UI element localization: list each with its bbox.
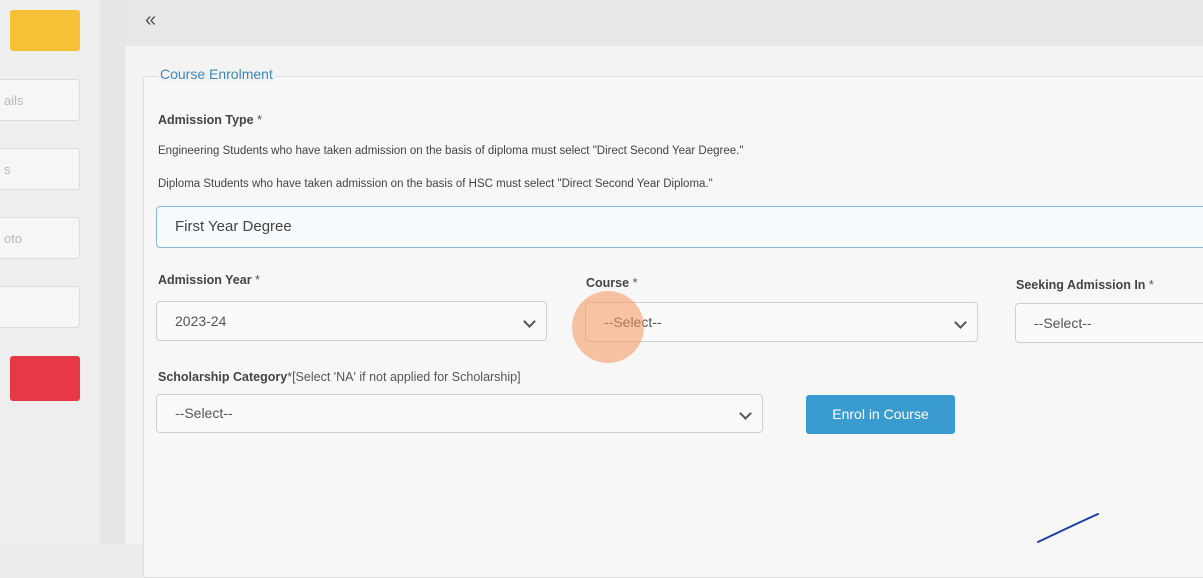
required-marker: * (257, 113, 262, 127)
collapse-sidebar-icon[interactable]: « (145, 9, 156, 32)
admission-year-label-text: Admission Year (158, 273, 252, 287)
chevron-down-icon (739, 407, 752, 420)
sidebar-item-4[interactable] (0, 286, 80, 328)
seeking-admission-value: --Select-- (1034, 315, 1092, 331)
admission-type-help-1: Engineering Students who have taken admi… (158, 145, 744, 157)
fieldset-legend: Course Enrolment (158, 66, 275, 82)
required-marker: * (1148, 278, 1154, 292)
sidebar-item-details[interactable]: ails (0, 79, 80, 121)
sidebar-item-photo[interactable]: oto (0, 217, 80, 259)
admission-type-select[interactable]: First Year Degree (156, 206, 1203, 248)
sidebar-gutter (100, 0, 125, 544)
click-indicator (572, 291, 644, 363)
top-bar: « (125, 0, 1203, 47)
scholarship-category-label-text: Scholarship Category (158, 370, 288, 384)
seeking-admission-select[interactable]: --Select-- (1015, 303, 1203, 343)
course-label: Course * (586, 276, 637, 290)
admission-year-label: Admission Year * (158, 273, 260, 287)
sidebar-yellow-button[interactable] (10, 10, 80, 51)
scholarship-category-value: --Select-- (175, 405, 233, 421)
scholarship-category-label: Scholarship Category*[Select 'NA' if not… (158, 370, 521, 384)
chevron-down-icon (523, 315, 536, 328)
course-select[interactable]: --Select-- (585, 302, 978, 342)
admission-type-label-text: Admission Type (158, 113, 254, 127)
sidebar-item-2[interactable]: s (0, 148, 80, 190)
scholarship-category-select[interactable]: --Select-- (156, 394, 763, 433)
required-marker: * (255, 273, 260, 287)
course-label-text: Course (586, 276, 630, 290)
seeking-admission-label: Seeking Admission In * (1016, 278, 1154, 292)
chevron-down-icon (954, 316, 967, 329)
enrol-in-course-button[interactable]: Enrol in Course (806, 395, 955, 434)
admission-type-help-2: Diploma Students who have taken admissio… (158, 178, 713, 190)
seeking-admission-label-text: Seeking Admission In (1016, 278, 1146, 292)
sidebar-red-button[interactable] (10, 356, 80, 401)
admission-type-value: First Year Degree (175, 218, 292, 235)
sidebar-item-label: oto (4, 231, 23, 246)
admission-year-select[interactable]: 2023-24 (156, 301, 547, 341)
sidebar-item-label: ails (4, 93, 24, 108)
admission-type-label: Admission Type * (158, 113, 262, 127)
pen-mark (1037, 513, 1099, 543)
required-marker: * (632, 276, 638, 290)
scholarship-note: [Select 'NA' if not applied for Scholars… (292, 370, 521, 384)
main-panel (125, 46, 1203, 578)
admission-year-value: 2023-24 (175, 313, 227, 329)
sidebar-item-label: s (4, 162, 11, 177)
sidebar: ails s oto (0, 0, 100, 544)
